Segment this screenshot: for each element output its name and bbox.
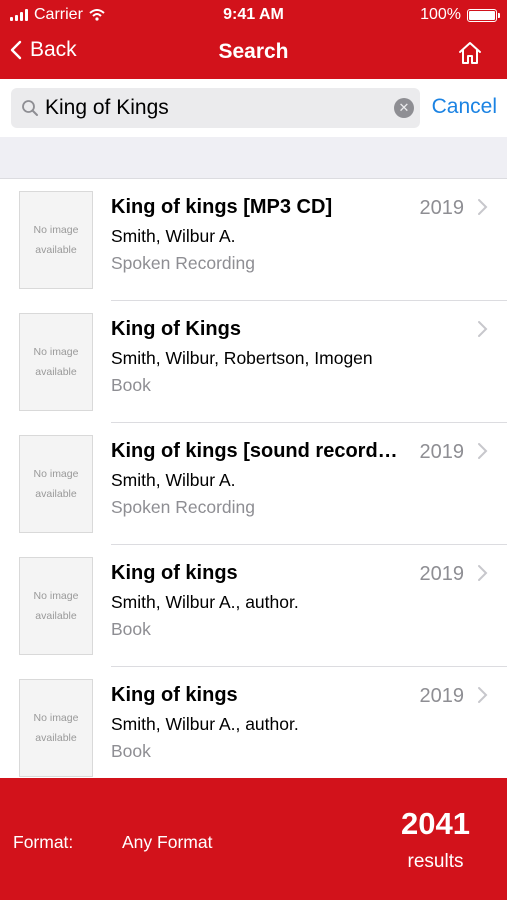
- chevron-right-icon: [478, 687, 488, 703]
- no-image-thumbnail: No image available: [19, 435, 93, 533]
- result-title: King of kings [sound recording]: [111, 440, 401, 462]
- search-query: King of Kings: [45, 96, 169, 119]
- result-author: Smith, Wilbur A., author.: [111, 714, 299, 734]
- chevron-right-icon: [478, 199, 488, 215]
- result-author: Smith, Wilbur A.: [111, 226, 236, 246]
- result-title: King of kings: [111, 684, 238, 706]
- status-bar: Carrier 9:41 AM 100%: [0, 0, 507, 30]
- result-format: Book: [111, 619, 151, 639]
- thumb-line2: available: [35, 488, 77, 500]
- thumb-line1: No image: [33, 224, 79, 236]
- chevron-right-icon: [478, 565, 488, 581]
- result-title: King of Kings: [111, 318, 241, 340]
- clear-icon[interactable]: ✕: [394, 98, 414, 118]
- search-icon: [22, 100, 38, 116]
- format-label: Format:: [13, 832, 74, 852]
- thumb-line1: No image: [33, 712, 79, 724]
- home-icon[interactable]: [457, 40, 483, 66]
- thumb-line1: No image: [33, 590, 79, 602]
- chevron-right-icon: [478, 443, 488, 459]
- battery-percent: 100%: [420, 6, 461, 23]
- thumb-line1: No image: [33, 346, 79, 358]
- result-year: 2019: [419, 685, 465, 707]
- page-title: Search: [218, 40, 289, 63]
- result-format: Book: [111, 375, 151, 395]
- search-bar: King of Kings ✕ Cancel: [0, 79, 507, 137]
- result-title: King of kings [MP3 CD]: [111, 196, 333, 218]
- results-list: No image available King of kings [MP3 CD]…: [0, 179, 507, 778]
- format-filter-button[interactable]: Any Format: [122, 832, 212, 853]
- result-row[interactable]: No image available King of kings Smith, W…: [0, 545, 507, 667]
- no-image-thumbnail: No image available: [19, 557, 93, 655]
- result-author: Smith, Wilbur, Robertson, Imogen: [111, 348, 373, 368]
- result-author: Smith, Wilbur A.: [111, 470, 236, 490]
- result-format: Spoken Recording: [111, 253, 255, 273]
- thumb-line2: available: [35, 610, 77, 622]
- result-row[interactable]: No image available King of Kings Smith, W…: [0, 301, 507, 423]
- results-header-band: [0, 137, 507, 179]
- chevron-right-icon: [478, 321, 488, 337]
- result-row[interactable]: No image available King of kings Smith, W…: [0, 667, 507, 778]
- result-year: 2019: [419, 197, 465, 219]
- results-count-label: results: [407, 851, 464, 872]
- result-title: King of kings: [111, 562, 238, 584]
- thumb-line2: available: [35, 244, 77, 256]
- thumb-line1: No image: [33, 468, 79, 480]
- status-right: 100%: [420, 6, 500, 24]
- thumb-line2: available: [35, 732, 77, 744]
- cancel-button[interactable]: Cancel: [432, 95, 497, 119]
- result-author: Smith, Wilbur A., author.: [111, 592, 299, 612]
- app-header: Carrier 9:41 AM 100% Back Search: [0, 0, 507, 79]
- no-image-thumbnail: No image available: [19, 679, 93, 777]
- result-format: Spoken Recording: [111, 497, 255, 517]
- result-year: 2019: [419, 563, 465, 585]
- results-footer: Format: Any Format 2041 results: [0, 778, 507, 900]
- nav-bar: Back Search: [0, 30, 507, 79]
- battery-icon: [467, 8, 500, 22]
- result-row[interactable]: No image available King of kings [sound r…: [0, 423, 507, 545]
- no-image-thumbnail: No image available: [19, 191, 93, 289]
- search-input[interactable]: King of Kings ✕: [11, 88, 420, 128]
- result-row[interactable]: No image available King of kings [MP3 CD]…: [0, 179, 507, 301]
- result-format: Book: [111, 741, 151, 761]
- no-image-thumbnail: No image available: [19, 313, 93, 411]
- results-count: 2041: [401, 806, 470, 841]
- thumb-line2: available: [35, 366, 77, 378]
- result-year: 2019: [419, 441, 465, 463]
